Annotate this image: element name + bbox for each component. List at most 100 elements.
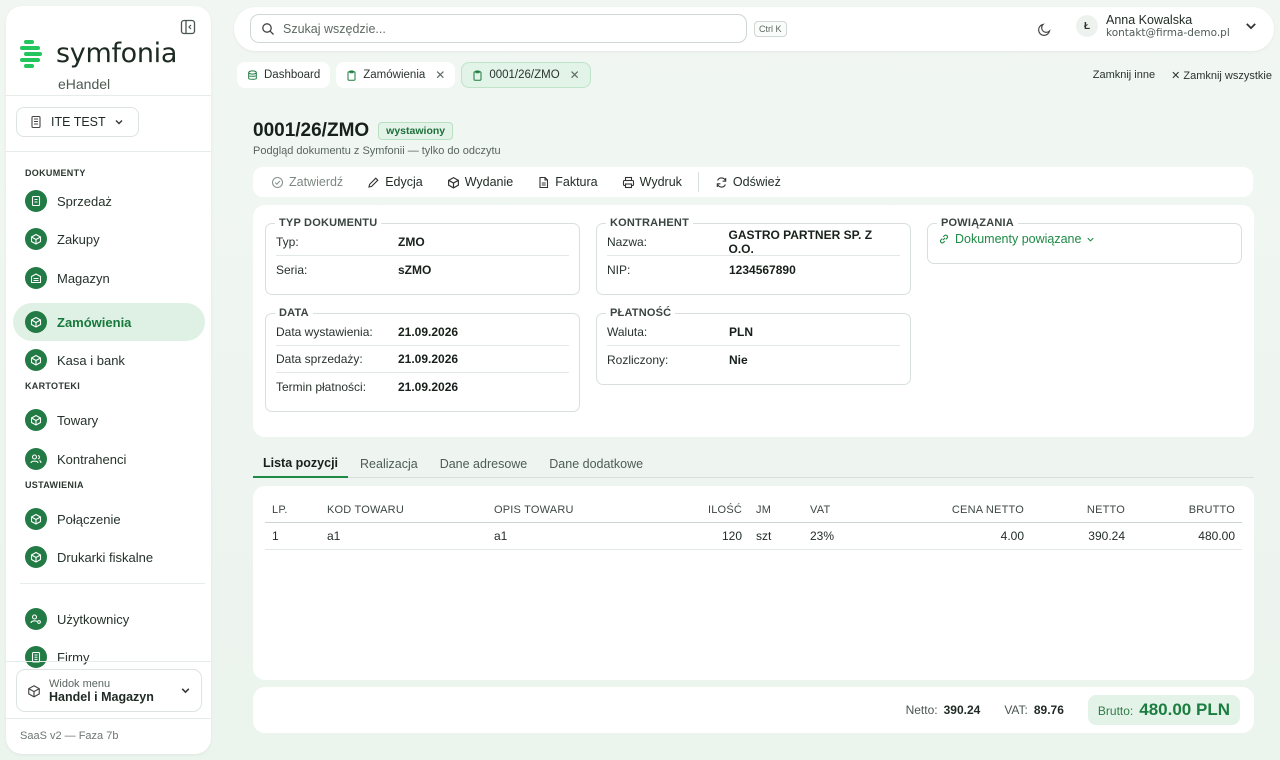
collapse-sidebar-icon[interactable] (179, 18, 197, 36)
tab-actions: Zamknij inne ✕ Zamknij wszystkie (1093, 69, 1272, 82)
sidebar-item-purchases[interactable]: Zakupy (13, 220, 205, 258)
field-label: Seria: (276, 262, 308, 277)
refresh-button[interactable]: Odśwież (715, 175, 781, 189)
box-icon (25, 228, 47, 250)
refresh-label: Odśwież (732, 175, 781, 189)
top-bar: Ctrl K Ł Anna Kowalska kontakt@firma-dem… (234, 7, 1274, 51)
tab-document[interactable]: 0001/26/ZMO ✕ (461, 62, 591, 88)
divider (6, 661, 211, 662)
table-cell: 4.00 (863, 522, 1031, 550)
field-row: Seria: sZMO (276, 256, 569, 283)
sidebar-item-orders[interactable]: Zamówienia (13, 303, 205, 341)
edit-button[interactable]: Edycja (367, 175, 423, 189)
close-icon[interactable]: ✕ (570, 68, 580, 82)
menu-view-selector[interactable]: Widok menu Handel i Magazyn (16, 669, 202, 712)
menu-view-label: Widok menu (49, 677, 111, 690)
related-documents-button[interactable]: Dokumenty powiązane (938, 232, 1231, 246)
moon-icon[interactable] (1037, 21, 1053, 37)
field-row: NIP: 1234567890 (607, 256, 900, 283)
table-cell: 390.24 (1031, 522, 1132, 550)
user-name: Anna Kowalska (1106, 13, 1193, 27)
tab-additional-data[interactable]: Dane dodatkowe (539, 450, 653, 478)
column-header: CENA NETTO (863, 498, 1031, 523)
user-email: kontakt@firma-demo.pl (1106, 27, 1230, 39)
status-badge: wystawiony (378, 122, 454, 140)
sidebar-item-label: Połączenie (57, 511, 121, 527)
column-header: NETTO (1031, 498, 1132, 523)
sidebar-item-users[interactable]: Użytkownicy (13, 600, 205, 638)
close-other-tabs-button[interactable]: Zamknij inne (1093, 69, 1155, 82)
menu-view-value: Handel i Magazyn (49, 689, 154, 704)
user-menu[interactable]: Ł Anna Kowalska kontakt@firma-demo.pl (1076, 13, 1258, 39)
field-row: Termin płatności: 21.09.2026 (276, 373, 569, 400)
chevron-down-icon (1244, 19, 1258, 33)
close-icon[interactable]: ✕ (435, 68, 445, 82)
users-icon (25, 448, 47, 470)
divider (6, 95, 211, 96)
detail-tabs: Lista pozycji Realizacja Dane adresowe D… (253, 450, 1254, 478)
close-all-tabs-button[interactable]: ✕ Zamknij wszystkie (1171, 69, 1272, 82)
sidebar-item-label: Towary (57, 412, 99, 428)
document-type-section: TYP DOKUMENTU Typ: ZMO Seria: sZMO (265, 217, 580, 295)
building-icon (25, 646, 47, 668)
invoice-button[interactable]: Faktura (537, 175, 598, 189)
sidebar-item-products[interactable]: Towary (13, 401, 205, 439)
box-icon (27, 684, 41, 698)
total-value: 390.24 (943, 703, 981, 717)
divider (6, 718, 211, 719)
search-icon (261, 22, 275, 36)
section-title: TYP DOKUMENTU (279, 217, 378, 229)
sidebar-item-cash-bank[interactable]: Kasa i bank (13, 341, 205, 379)
search-box[interactable] (250, 14, 747, 43)
sidebar-item-label: Zakupy (57, 231, 100, 247)
box-icon (25, 311, 47, 333)
sidebar-item-contractors[interactable]: Kontrahenci (13, 440, 205, 478)
section-title: KONTRAHENT (610, 217, 689, 229)
database-icon (247, 69, 258, 81)
company-selector[interactable]: ITE TEST (16, 107, 139, 137)
user-cog-icon (25, 608, 47, 630)
product-name: eHandel (58, 76, 111, 92)
related-documents-label: Dokumenty powiązane (955, 232, 1082, 246)
divider (20, 583, 205, 584)
section-title: POWIĄZANIA (941, 217, 1014, 229)
sidebar-item-sales[interactable]: Sprzedaż (13, 182, 205, 220)
table-row[interactable]: 1 a1 a1 120 szt 23% 4.00 390.24 480.00 (265, 522, 1242, 550)
field-value: sZMO (398, 262, 432, 277)
sidebar-item-warehouse[interactable]: Magazyn (13, 259, 205, 297)
company-name: ITE TEST (51, 115, 106, 129)
print-button[interactable]: Wydruk (622, 175, 682, 189)
brand-logo: symfonia (20, 38, 177, 69)
date-section: DATA Data wystawienia: 21.09.2026 Data sp… (265, 307, 580, 412)
field-row: Nazwa: GASTRO PARTNER SP. Z O.O. (607, 228, 900, 256)
approve-button[interactable]: Zatwierdź (271, 175, 343, 189)
sidebar-item-connection[interactable]: Połączenie (13, 500, 205, 538)
column-header: KOD TOWARU (320, 498, 487, 523)
chevron-down-icon (180, 685, 191, 696)
contractor-section: KONTRAHENT Nazwa: GASTRO PARTNER SP. Z O.… (596, 217, 911, 295)
tab-orders[interactable]: Zamówienia ✕ (336, 62, 456, 88)
box-icon (25, 409, 47, 431)
column-header: LP. (265, 498, 320, 523)
tab-item-list[interactable]: Lista pozycji (253, 450, 349, 478)
search-input[interactable] (283, 21, 723, 36)
box-icon (447, 176, 460, 189)
table-cell: 120 (647, 522, 749, 550)
field-label: Waluta: (607, 325, 648, 339)
warehouse-icon (25, 267, 47, 289)
total-label: VAT: (1004, 703, 1028, 717)
items-table: LP. KOD TOWARU OPIS TOWARU ILOŚĆ JM VAT … (265, 498, 1242, 550)
issue-button[interactable]: Wydanie (447, 175, 513, 189)
field-value: 1234567890 (729, 262, 796, 277)
column-header: VAT (803, 498, 863, 523)
receipt-icon (25, 190, 47, 212)
totals-footer: Netto: 390.24 VAT: 89.76 Brutto: 480.00 PLN (253, 687, 1254, 733)
building-icon (29, 115, 43, 129)
sidebar-item-fiscal-printers[interactable]: Drukarki fiskalne (13, 538, 205, 576)
tab-realization[interactable]: Realizacja (350, 450, 428, 478)
divider (6, 151, 211, 152)
field-label: Data wystawienia: (276, 325, 373, 339)
tab-address-data[interactable]: Dane adresowe (430, 450, 538, 478)
sidebar-item-label: Magazyn (57, 270, 110, 286)
tab-dashboard[interactable]: Dashboard (237, 62, 331, 88)
